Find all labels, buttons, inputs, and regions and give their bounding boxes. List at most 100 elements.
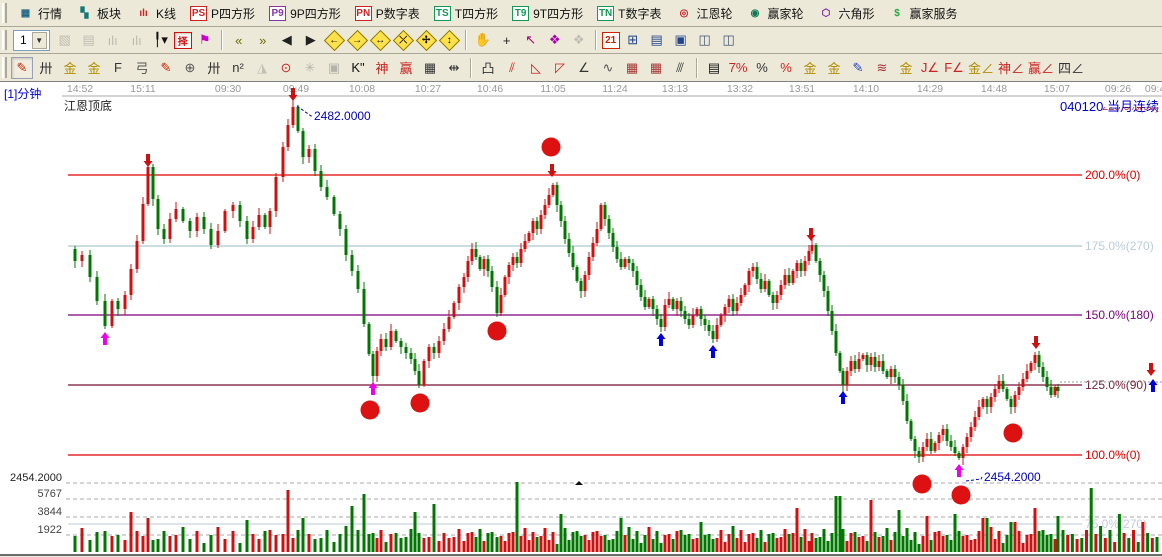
crosshair-tool-button[interactable]: +: [496, 29, 518, 51]
menu-item-hexagon[interactable]: ⬡六角形: [811, 2, 882, 25]
menu-item-quotes[interactable]: ▦行情: [10, 2, 69, 25]
parallel-lines-tool[interactable]: ⫻: [669, 57, 691, 79]
toolbar-grip[interactable]: [2, 30, 7, 51]
shen-grid-tool[interactable]: 神: [371, 57, 393, 79]
gold-ratio-tool[interactable]: 金: [59, 57, 81, 79]
gann-circle-tool[interactable]: ⊕: [179, 57, 201, 79]
candle-body: [692, 315, 695, 325]
red-grid-tool[interactable]: ▦: [621, 57, 643, 79]
toolbar-grip[interactable]: [2, 3, 7, 24]
square-number-tool[interactable]: n²: [227, 57, 249, 79]
pan-both-button[interactable]: ↔: [371, 31, 390, 50]
go-first-button[interactable]: «: [228, 29, 250, 51]
hand-tool-button[interactable]: ✋: [472, 29, 494, 51]
menu-item-winner-service[interactable]: $赢家服务: [882, 2, 965, 25]
shen-angle-tool[interactable]: 神∠: [997, 57, 1025, 79]
menu-item-winner-wheel[interactable]: ◉赢家轮: [739, 2, 810, 25]
menu-item-9t-square[interactable]: T99T四方形: [505, 2, 590, 25]
candle-body: [846, 371, 849, 385]
pointer-tool-button[interactable]: ↖: [520, 29, 542, 51]
time-grid-tool[interactable]: 卅: [203, 57, 225, 79]
pan-vertical-button[interactable]: ↕: [440, 31, 459, 50]
gann-topbottom-tool[interactable]: ✎: [11, 57, 33, 79]
menu-item-p-table[interactable]: PNP数字表: [348, 2, 427, 25]
marker-pen-tool[interactable]: ✎: [155, 57, 177, 79]
volume-bar: [819, 537, 822, 552]
wave-tool-button: ❖: [568, 29, 590, 51]
pan-left-button[interactable]: ←: [325, 31, 344, 50]
seven-percent-tool[interactable]: 7%: [727, 57, 749, 79]
candle-body: [483, 259, 486, 269]
four-angle-tool[interactable]: 四∠: [1057, 57, 1085, 79]
gold-circle-tool[interactable]: 金: [799, 57, 821, 79]
top-bottom-tool[interactable]: 凸: [477, 57, 499, 79]
time-cycle-tool[interactable]: 卅: [35, 57, 57, 79]
fan-lines-tool[interactable]: ⫽: [501, 57, 523, 79]
measure-tool[interactable]: ⇹: [443, 57, 465, 79]
chart-area[interactable]: 14:5215:1109:3009:4910:0810:2710:4611:05…: [0, 82, 1162, 556]
candle-style-combo[interactable]: ╿▾: [150, 29, 172, 51]
gold-angle-tool[interactable]: 金∠: [967, 57, 995, 79]
export-data-button[interactable]: ◫: [694, 29, 716, 51]
toolbar-grip[interactable]: [2, 57, 7, 79]
menu-item-kline[interactable]: ılıK线: [128, 2, 183, 25]
volume-bar: [210, 535, 213, 552]
fan-square-tool[interactable]: ◸: [549, 57, 571, 79]
percent-tool[interactable]: %: [751, 57, 773, 79]
step-forward-button[interactable]: ▶: [300, 29, 322, 51]
fibonacci-tool[interactable]: F: [107, 57, 129, 79]
gold-line-tool[interactable]: 金: [823, 57, 845, 79]
step-back-button[interactable]: ◀: [276, 29, 298, 51]
circle-target-tool[interactable]: ⊙: [275, 57, 297, 79]
menu-item-t-square[interactable]: TST四方形: [427, 2, 505, 25]
spiral-tool[interactable]: 弓: [131, 57, 153, 79]
blue-pen-tool[interactable]: ✎: [847, 57, 869, 79]
period-combo[interactable]: 1▼: [13, 30, 50, 51]
menu-item-9p-square[interactable]: P99P四方形: [262, 2, 348, 25]
menu-item-sectors[interactable]: ▚板块: [69, 2, 128, 25]
volume-bar: [712, 539, 715, 552]
volume-bar: [823, 529, 826, 552]
download-data-button[interactable]: ◫: [718, 29, 740, 51]
j-angle-tool[interactable]: J∠: [919, 57, 941, 79]
candle-body: [600, 205, 603, 229]
volume-bar: [982, 518, 985, 552]
f-angle-tool[interactable]: F∠: [943, 57, 965, 79]
gold-angle-line-tool[interactable]: 金: [895, 57, 917, 79]
k-line-mark-tool[interactable]: K": [347, 57, 369, 79]
notes-button[interactable]: ▤: [646, 29, 668, 51]
chart-canvas[interactable]: 14:5215:1109:3009:4910:0810:2710:4611:05…: [0, 82, 1162, 556]
save-button[interactable]: ▣: [670, 29, 692, 51]
gold-ratio2-tool[interactable]: 金: [83, 57, 105, 79]
win-angle-tool[interactable]: 赢∠: [1027, 57, 1055, 79]
menu-item-gann-wheel[interactable]: ◎江恩轮: [668, 2, 739, 25]
wave-lines-tool[interactable]: ∿: [597, 57, 619, 79]
zoom-out-button[interactable]: ⤫: [394, 31, 413, 50]
volume-bar: [612, 539, 615, 552]
red-grid2-tool[interactable]: ▦: [645, 57, 667, 79]
active-tool-label: 江恩顶底: [64, 97, 112, 114]
gann-grid-button[interactable]: ❖: [544, 29, 566, 51]
ruler-grid-tool[interactable]: ▦: [419, 57, 441, 79]
calendar-button[interactable]: 21: [602, 32, 620, 49]
menu-item-p-square[interactable]: PSP四方形: [183, 2, 262, 25]
candle-body: [540, 215, 543, 229]
trend-angle-tool[interactable]: ∠: [573, 57, 595, 79]
wave-band-tool[interactable]: ≋: [871, 57, 893, 79]
percent-line-tool[interactable]: %: [775, 57, 797, 79]
chevron-down-icon[interactable]: ▼: [32, 32, 47, 49]
candle-body: [612, 233, 615, 247]
price-table-tool[interactable]: ▤: [703, 57, 725, 79]
win-grid-tool[interactable]: 赢: [395, 57, 417, 79]
flag-chart-button[interactable]: ⚑: [194, 29, 216, 51]
calculator-button[interactable]: ⊞: [622, 29, 644, 51]
up-arrow-marker: [839, 391, 848, 404]
select-mark-button[interactable]: 择: [174, 32, 192, 49]
zoom-fit-button[interactable]: ✢: [417, 31, 436, 50]
menu-item-t-table[interactable]: TNT数字表: [590, 2, 668, 25]
fan-box-tool[interactable]: ◺: [525, 57, 547, 79]
pan-right-button[interactable]: →: [348, 31, 367, 50]
diamond-arrow-icon: ✢: [422, 35, 430, 46]
go-last-button[interactable]: »: [252, 29, 274, 51]
volume-bar: [788, 534, 791, 552]
